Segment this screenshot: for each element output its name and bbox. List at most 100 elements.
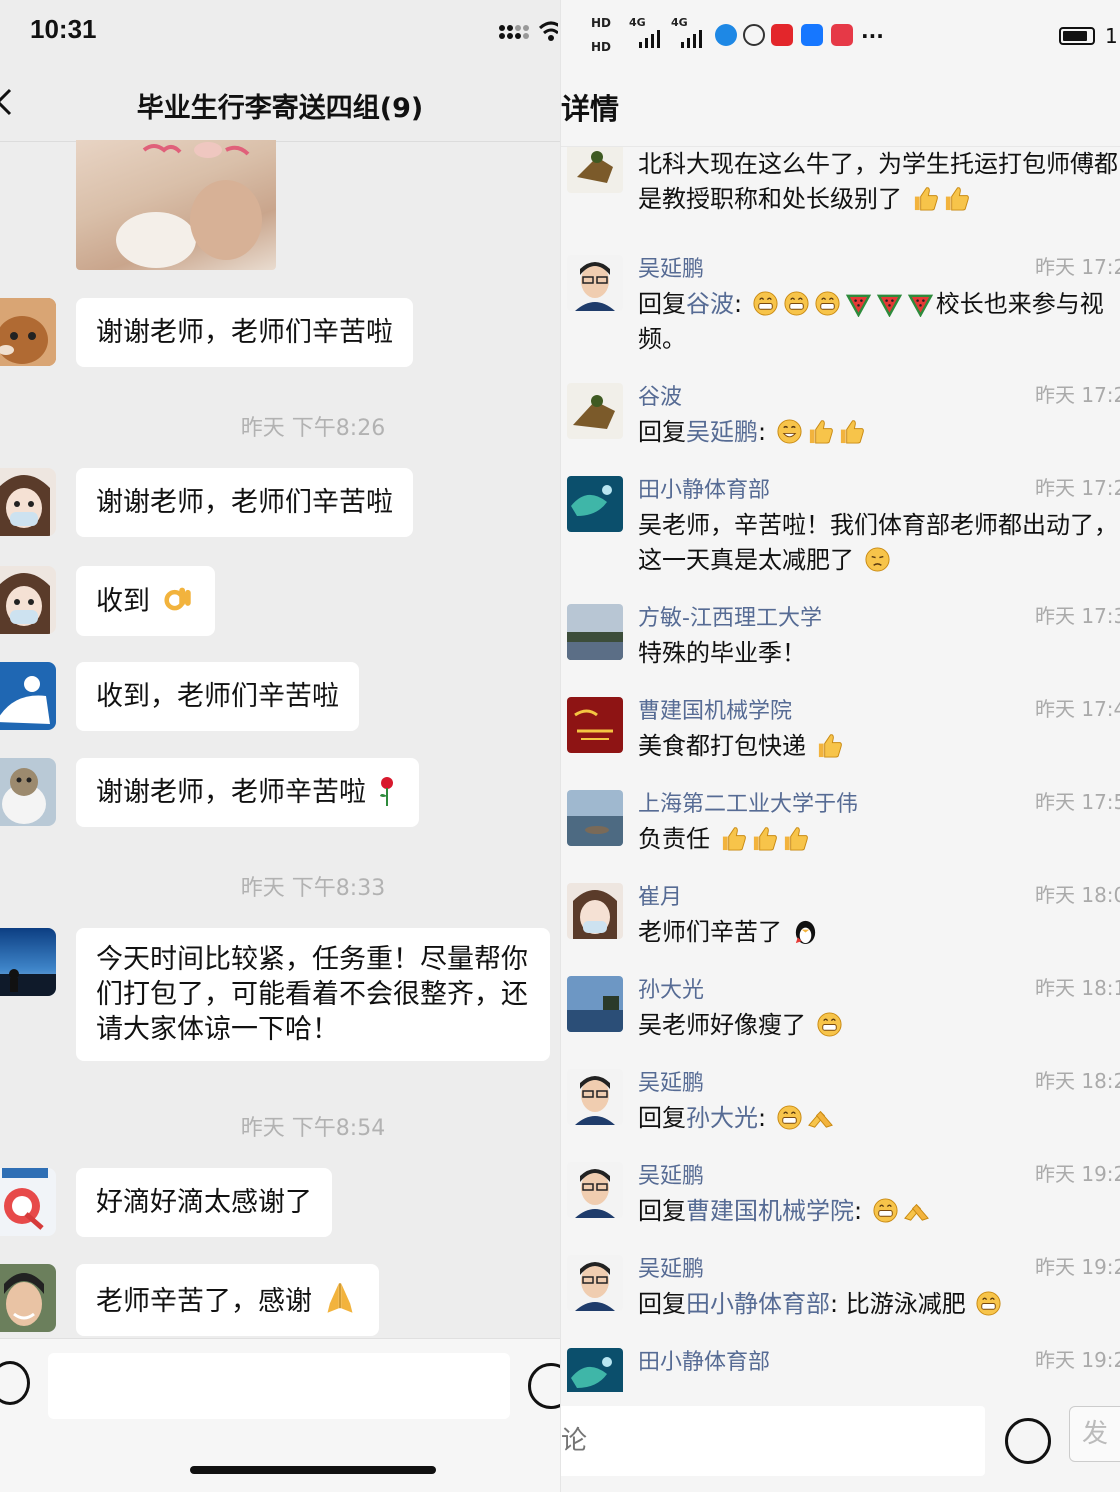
grin-icon bbox=[784, 291, 809, 316]
comment-author[interactable]: 孙大光 bbox=[638, 972, 704, 1004]
avatar[interactable] bbox=[567, 1069, 623, 1125]
globe-icon bbox=[743, 24, 765, 46]
avatar[interactable] bbox=[567, 1162, 623, 1218]
voice-icon[interactable] bbox=[0, 1361, 30, 1405]
message-bubble[interactable]: 收到 bbox=[76, 566, 215, 636]
avatar[interactable] bbox=[0, 1168, 56, 1236]
comment-author[interactable]: 吴延鹏 bbox=[638, 1158, 704, 1190]
mention-link[interactable]: 吴延鹏 bbox=[686, 418, 758, 446]
comment-author[interactable]: 吴延鹏 bbox=[638, 1065, 704, 1097]
mention-link[interactable]: 田小静体育部 bbox=[686, 1290, 830, 1318]
ok-hand-icon bbox=[164, 587, 191, 611]
avatar[interactable] bbox=[0, 928, 56, 996]
avatar[interactable] bbox=[567, 383, 623, 439]
avatar[interactable] bbox=[567, 790, 623, 846]
avatar[interactable] bbox=[567, 697, 623, 753]
watermelon-icon bbox=[845, 294, 871, 317]
comment-author[interactable]: 吴延鹏 bbox=[638, 251, 704, 283]
thumbs-up-icon bbox=[818, 734, 842, 758]
comment-time: 昨天 17:2 bbox=[1035, 383, 1120, 407]
avatar[interactable] bbox=[0, 298, 56, 366]
comment-time: 昨天 17:5 bbox=[1035, 790, 1120, 814]
avatar[interactable] bbox=[0, 662, 56, 730]
comment-time: 昨天 17:2 bbox=[1035, 255, 1120, 279]
timestamp: 昨天 下午8:54 bbox=[240, 1116, 386, 1141]
avatar[interactable] bbox=[567, 883, 623, 939]
comment-author[interactable]: 方敏-江西理工大学 bbox=[638, 600, 822, 632]
comment-text: 吴老师，辛苦啦！我们体育部老师都出动了，这一天真是太减肥了 bbox=[638, 511, 1118, 574]
comment-time: 昨天 17:3 bbox=[1035, 604, 1120, 628]
pray-icon bbox=[327, 1283, 353, 1313]
comment-text: 回复谷波: 校长也来参与视频。 bbox=[638, 290, 1104, 353]
hd-badge: HD bbox=[591, 16, 612, 30]
emoji-icon[interactable] bbox=[1005, 1418, 1051, 1464]
status-bar: HD HD 4G 4G ··· 1 bbox=[561, 0, 1120, 74]
comment-author[interactable]: 曹建国机械学院 bbox=[638, 693, 792, 725]
comment-list[interactable]: 北科大现在这么牛了，为学生托运打包师傅都是教授职称和处长级别了 吴延鹏 昨天 1… bbox=[561, 146, 1120, 1392]
more-dots: ··· bbox=[861, 24, 884, 48]
thumbs-up-icon bbox=[840, 420, 864, 444]
comment-text: 北科大现在这么牛了，为学生托运打包师傅都是教授职称和处长级别了 bbox=[638, 150, 1118, 213]
avatar[interactable] bbox=[0, 468, 56, 536]
comment-author[interactable]: 田小静体育部 bbox=[638, 1344, 770, 1376]
hd-badge: HD bbox=[591, 40, 612, 54]
grin-icon bbox=[976, 1291, 1001, 1316]
message-bubble[interactable]: 谢谢老师，老师辛苦啦 bbox=[76, 758, 419, 827]
comment-text: 吴老师好像瘦了 bbox=[638, 1008, 1120, 1043]
timestamp: 昨天 下午8:26 bbox=[240, 416, 386, 441]
thumbs-up-icon bbox=[722, 827, 746, 851]
avatar[interactable] bbox=[567, 1348, 623, 1392]
message-bubble[interactable]: 今天时间比较紧，任务重！尽量帮你们打包了，可能看着不会很整齐，还请大家体谅一下哈… bbox=[76, 928, 550, 1061]
home-indicator[interactable] bbox=[190, 1466, 436, 1474]
message-bubble[interactable]: 谢谢老师，老师们辛苦啦 bbox=[76, 468, 413, 537]
mention-link[interactable]: 曹建国机械学院 bbox=[686, 1197, 854, 1225]
message-bubble[interactable]: 老师辛苦了，感谢 bbox=[76, 1264, 379, 1336]
comment-author[interactable]: 崔月 bbox=[638, 879, 682, 911]
avatar[interactable] bbox=[0, 758, 56, 826]
chat-input-bar bbox=[0, 1338, 560, 1492]
comment-time: 昨天 18:1 bbox=[1035, 976, 1120, 1000]
watermelon-icon bbox=[907, 294, 933, 317]
comment-time: 昨天 19:2 bbox=[1035, 1162, 1120, 1186]
avatar[interactable] bbox=[567, 1255, 623, 1311]
grin-icon bbox=[817, 1012, 842, 1037]
comment-author[interactable]: 上海第二工业大学于伟 bbox=[638, 786, 858, 818]
status-time: 10:31 bbox=[30, 14, 97, 44]
mention-link[interactable]: 孙大光 bbox=[686, 1104, 758, 1132]
app-icon bbox=[831, 24, 853, 46]
avatar[interactable] bbox=[567, 604, 623, 660]
message-input[interactable] bbox=[48, 1353, 510, 1419]
thumbs-up-icon bbox=[914, 187, 938, 211]
mention-link[interactable]: 谷波 bbox=[686, 290, 734, 318]
avatar[interactable] bbox=[0, 566, 56, 634]
status-clock: 1 bbox=[1105, 24, 1118, 48]
cat-sticker-image[interactable] bbox=[76, 140, 276, 270]
avatar[interactable] bbox=[567, 976, 623, 1032]
thumbs-up-icon bbox=[753, 827, 777, 851]
app-icon bbox=[715, 24, 737, 46]
avatar[interactable] bbox=[567, 255, 623, 311]
message-bubble[interactable]: 好滴好滴太感谢了 bbox=[76, 1168, 332, 1237]
send-button[interactable]: 发 bbox=[1069, 1406, 1120, 1462]
comment-author[interactable]: 吴延鹏 bbox=[638, 1251, 704, 1283]
alipay-icon bbox=[801, 24, 823, 46]
comment-input[interactable] bbox=[561, 1406, 985, 1476]
grin-icon bbox=[753, 291, 778, 316]
details-screen: HD HD 4G 4G ··· 1 详情 北科大现在这么牛了，为学生托运打包师傅… bbox=[560, 0, 1120, 1492]
message-bubble[interactable]: 收到，老师们辛苦啦 bbox=[76, 662, 359, 731]
avatar[interactable] bbox=[567, 476, 623, 532]
comment-text: 负责任 bbox=[638, 822, 1120, 857]
status-bar: 10:31 bbox=[0, 0, 560, 62]
comment-time: 昨天 19:2 bbox=[1035, 1348, 1120, 1372]
avatar[interactable] bbox=[0, 1264, 56, 1332]
message-bubble[interactable]: 谢谢老师，老师们辛苦啦 bbox=[76, 298, 413, 367]
comment-author[interactable]: 田小静体育部 bbox=[638, 472, 770, 504]
signal-wifi-icons bbox=[498, 20, 560, 46]
comment-author[interactable]: 谷波 bbox=[638, 379, 682, 411]
grin-icon bbox=[777, 1105, 802, 1130]
avatar[interactable] bbox=[567, 147, 623, 193]
comment-time: 昨天 17:4 bbox=[1035, 697, 1120, 721]
comment-time: 昨天 18:0 bbox=[1035, 883, 1120, 907]
signal-icon bbox=[639, 30, 660, 48]
emoji-icon[interactable] bbox=[528, 1363, 560, 1409]
